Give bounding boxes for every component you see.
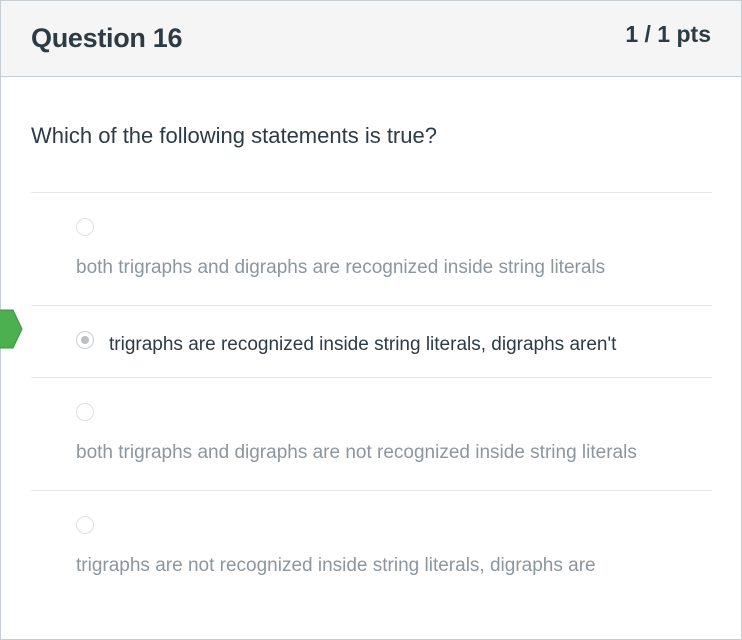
answer-label: both trigraphs and digraphs are not reco…	[76, 442, 637, 463]
question-title: Question 16	[31, 23, 183, 53]
radio-button[interactable]	[76, 218, 94, 236]
radio-button[interactable]	[76, 403, 94, 421]
answer-label: trigraphs are recognized inside string l…	[109, 334, 617, 355]
correct-answer-arrow-icon	[0, 309, 23, 349]
radio-button-selected[interactable]	[76, 331, 94, 349]
answer-label: trigraphs are not recognized inside stri…	[76, 555, 596, 576]
answer-option-1[interactable]: both trigraphs and digraphs are recogniz…	[31, 192, 712, 305]
answer-list: both trigraphs and digraphs are recogniz…	[31, 192, 712, 628]
answer-option-2[interactable]: trigraphs are recognized inside string l…	[31, 305, 712, 377]
question-card: Question 16 1 / 1 pts Which of the follo…	[0, 0, 742, 640]
question-header: Question 16 1 / 1 pts	[1, 1, 741, 77]
radio-button[interactable]	[76, 516, 94, 534]
question-text: Which of the following statements is tru…	[31, 123, 437, 148]
question-points: 1 / 1 pts	[625, 21, 711, 47]
answer-option-4[interactable]: trigraphs are not recognized inside stri…	[31, 490, 712, 628]
answer-label: both trigraphs and digraphs are recogniz…	[76, 257, 606, 278]
answer-option-3[interactable]: both trigraphs and digraphs are not reco…	[31, 377, 712, 490]
